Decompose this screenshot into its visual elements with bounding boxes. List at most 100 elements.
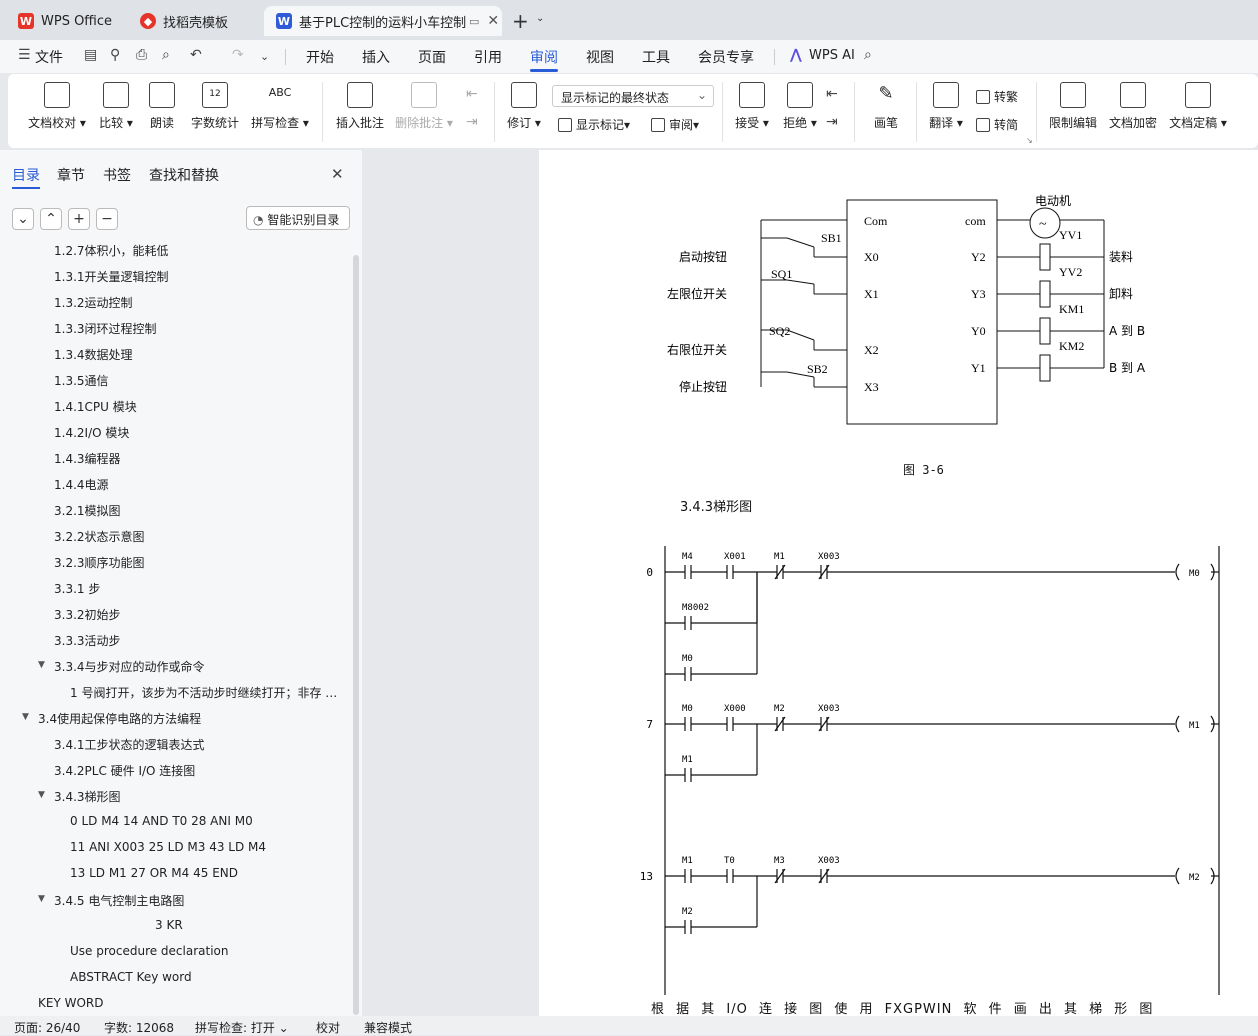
print-icon[interactable]: ⎙ [136,47,147,63]
screen-icon[interactable]: ▭ [469,15,479,28]
print-preview-icon[interactable]: ⌕ [162,47,170,63]
nav-tab-find-replace[interactable]: 查找和替换 [149,165,219,185]
word-count-button[interactable]: 12 字数统计 [188,82,242,131]
toc-item[interactable]: 3.2.3顺序功能图 [0,548,350,574]
collapse-up-button[interactable]: ⌃ [40,208,62,230]
quick-access-chevron-icon[interactable]: ⌄ [260,50,269,63]
to-simplified-button[interactable]: 转简 [976,116,1018,133]
toc-item[interactable]: 11 ANI X003 25 LD M3 43 LD M4 [0,834,350,860]
toc-item[interactable]: 0 LD M4 14 AND T0 28 ANI M0 [0,808,350,834]
toc-item[interactable]: ▼ 3.4.3梯形图 [0,782,350,808]
undo-icon[interactable]: ↶ [190,47,202,63]
nav-tab-chapters[interactable]: 章节 [57,165,85,185]
toc-scrollbar[interactable] [353,255,359,1015]
toc-item[interactable]: 3 KR [0,912,350,938]
toc-item[interactable]: 3.3.3活动步 [0,626,350,652]
toc-item[interactable]: 1.4.2I/O 模块 [0,418,350,444]
toc-item[interactable]: 1.3.1开关量逻辑控制 [0,262,350,288]
review-pane-button[interactable]: 审阅 ▾ [651,116,699,133]
toc-item[interactable]: 1.4.1CPU 模块 [0,392,350,418]
next-comment-icon[interactable]: ⇥ [466,114,478,130]
read-aloud-button[interactable]: 朗读 [146,82,178,131]
nav-tab-toc[interactable]: 目录 [12,165,40,185]
toc-item[interactable]: ▼ 3.4.5 电气控制主电路图 [0,886,350,912]
close-tab-icon[interactable]: ✕ [487,13,499,29]
expand-triangle-icon[interactable]: ▼ [38,660,45,670]
tab-list-chevron-icon[interactable]: ⌄ [536,13,544,24]
spell-check-indicator[interactable]: 拼写检查: 打开 ⌄ [195,1019,289,1036]
toc-item[interactable]: ABSTRACT Key word [0,964,350,990]
toc-item[interactable]: 3.3.1 步 [0,574,350,600]
menu-file[interactable]: 文件 [35,47,63,67]
toc-item[interactable]: 1.3.3闭环过程控制 [0,314,350,340]
toc-item[interactable]: 1.3.5通信 [0,366,350,392]
redo-icon[interactable]: ↷ [232,47,244,63]
doc-check-button[interactable]: 文档校对 ▾ [26,82,88,131]
expand-triangle-icon[interactable]: ▼ [38,894,45,904]
menu-page[interactable]: 页面 [418,47,446,67]
compare-button[interactable]: 比较 ▾ [96,82,136,131]
tab-document[interactable]: W 基于PLC控制的运料小车控制系 ▭ ✕ [264,6,502,36]
close-panel-icon[interactable]: ✕ [331,165,344,183]
toc-item[interactable]: 1.3.4数据处理 [0,340,350,366]
toc-item[interactable]: 3.4.2PLC 硬件 I/O 连接图 [0,756,350,782]
menu-review[interactable]: 审阅 [530,47,558,67]
to-traditional-button[interactable]: 转繁 [976,88,1018,105]
expand-triangle-icon[interactable]: ▼ [38,790,45,800]
menu-home[interactable]: 开始 [306,47,334,67]
new-tab-icon[interactable]: + [512,9,529,33]
restrict-edit-button[interactable]: 限制编辑 [1046,82,1100,131]
page-indicator[interactable]: 页面: 26/40 [14,1019,80,1036]
menu-member[interactable]: 会员专享 [698,47,754,67]
toc-item[interactable]: ▼ 3.4使用起保停电路的方法编程 [0,704,350,730]
tab-wps-office[interactable]: W WPS Office [6,6,122,36]
toc-item[interactable]: 13 LD M1 27 OR M4 45 END [0,860,350,886]
wps-ai-button[interactable]: WPS AI [809,48,855,63]
tab-template[interactable]: ◆ 找稻壳模板 [128,6,260,36]
reject-button[interactable]: 拒绝 ▾ [780,82,820,131]
toc-item[interactable]: 3.4.1工步状态的逻辑表达式 [0,730,350,756]
toc-item[interactable]: 1.4.4电源 [0,470,350,496]
menu-references[interactable]: 引用 [474,47,502,67]
toc-item[interactable]: Use procedure declaration [0,938,350,964]
share-icon[interactable]: ⚲ [110,47,120,63]
word-count-indicator[interactable]: 字数: 12068 [104,1019,174,1036]
ribbon-expand-icon[interactable]: ↘ [1026,136,1033,145]
toc-item[interactable]: KEY WORD [0,990,350,1016]
toc-item[interactable]: 1.2.7体积小，能耗低 [0,242,350,262]
save-icon[interactable]: ▤ [84,47,97,63]
spell-check-button[interactable]: ABC 拼写检查 ▾ [250,82,310,131]
toc-item[interactable]: 3.2.1模拟图 [0,496,350,522]
insert-comment-button[interactable]: 插入批注 [334,82,386,131]
toc-item[interactable]: ▼ 3.3.4与步对应的动作或命令 [0,652,350,678]
add-level-button[interactable]: + [68,208,90,230]
expand-triangle-icon[interactable]: ▼ [22,712,29,722]
prev-comment-icon[interactable]: ⇤ [466,86,478,102]
revise-button[interactable]: 修订 ▾ [504,82,544,131]
hamburger-icon[interactable]: ☰ [18,47,31,63]
accept-button[interactable]: 接受 ▾ [732,82,772,131]
markup-state-select[interactable]: 显示标记的最终状态 ⌄ [552,85,714,107]
toc-item[interactable]: 1.3.2运动控制 [0,288,350,314]
toc-item[interactable]: 3.2.2状态示意图 [0,522,350,548]
menu-view[interactable]: 视图 [586,47,614,67]
finalize-button[interactable]: 文档定稿 ▾ [1166,82,1230,131]
menu-insert[interactable]: 插入 [362,47,390,67]
search-icon[interactable]: ⌕ [864,47,872,63]
expand-down-button[interactable]: ⌄ [12,208,34,230]
proof-button[interactable]: 校对 [316,1019,340,1036]
pen-button[interactable]: ✎ 画笔 [870,82,902,131]
delete-comment-button[interactable]: 删除批注 ▾ [394,82,454,131]
toc-item[interactable]: 1.4.3编程器 [0,444,350,470]
toc-item[interactable]: 1 号阀打开，该步为不活动步时继续打开；非存 … [0,678,350,704]
translate-button[interactable]: 翻译 ▾ [926,82,966,131]
prev-change-icon[interactable]: ⇤ [826,86,838,102]
menu-tools[interactable]: 工具 [642,47,670,67]
encrypt-button[interactable]: 文档加密 [1106,82,1160,131]
smart-toc-button[interactable]: ◔ 智能识别目录 [246,206,350,230]
toc-item[interactable]: 3.3.2初始步 [0,600,350,626]
nav-tab-bookmarks[interactable]: 书签 [103,165,131,185]
remove-level-button[interactable]: − [96,208,118,230]
next-change-icon[interactable]: ⇥ [826,114,838,130]
show-markup-button[interactable]: 显示标记 ▾ [558,116,630,133]
